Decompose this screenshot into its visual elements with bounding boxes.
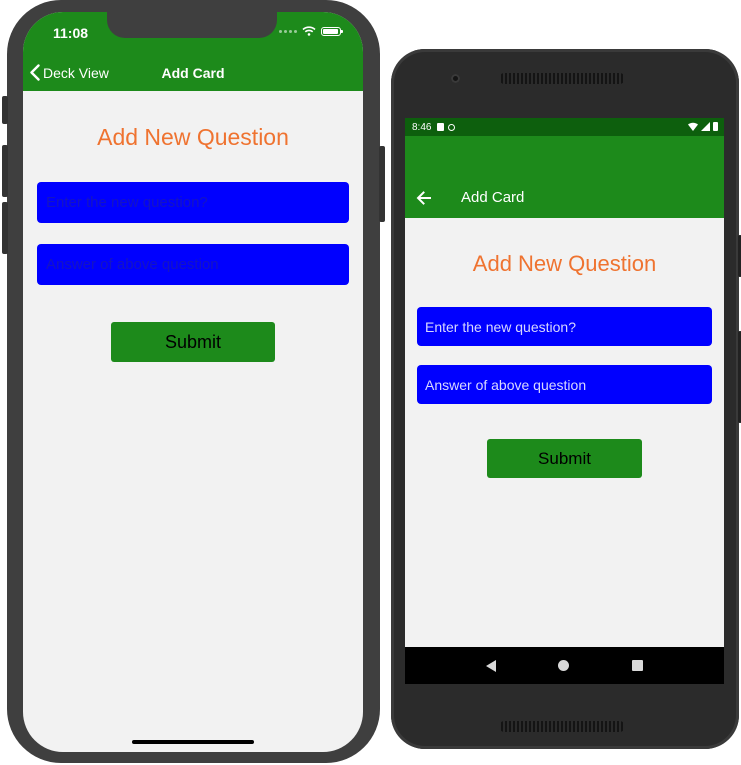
ios-battery-icon [321,26,343,36]
android-question-placeholder: Enter the new question? [425,318,576,335]
ios-status-time: 11:08 [53,25,89,41]
ios-status-icons [279,26,343,36]
android-question-input[interactable]: Enter the new question? [417,307,712,346]
android-earpiece-speaker [499,73,625,84]
ios-screen: 11:08 Deck View Add Card Add New Questio… [23,12,363,752]
ios-mute-switch [2,96,8,124]
ios-volume-down-button [2,202,8,254]
android-front-camera [451,74,460,83]
arrow-left-icon[interactable] [415,189,433,207]
ios-device-frame: 11:08 Deck View Add Card Add New Questio… [2,0,385,763]
nav-recents-icon[interactable] [631,660,643,671]
ios-answer-placeholder: Answer of above question [46,256,219,273]
ios-volume-up-button [2,145,8,197]
android-page-heading: Add New Question [472,251,657,276]
ios-question-placeholder: Enter the new question? [46,194,208,211]
android-answer-input[interactable]: Answer of above question [417,365,712,404]
ios-submit-button[interactable]: Submit [111,322,275,362]
ios-signal-icon [279,29,297,33]
android-battery-icon [713,122,718,131]
android-device-frame: 8:46 Add Card Add New Question Enter the… [391,49,741,749]
ios-nav-title: Add Card [161,65,225,81]
ios-question-input[interactable]: Enter the new question? [37,182,349,223]
android-app-bar: Add Card [405,136,724,218]
android-app-bar-title: Add Card [461,189,525,206]
ios-notch [107,12,277,38]
android-bottom-speaker [499,721,625,732]
ios-home-indicator[interactable] [132,740,254,744]
android-answer-placeholder: Answer of above question [425,376,587,393]
android-status-time: 8:46 [412,121,432,133]
nav-home-icon[interactable] [558,660,570,671]
ios-answer-input[interactable]: Answer of above question [37,244,349,285]
android-wifi-icon [688,122,698,131]
android-cell-signal-icon [701,122,710,131]
nav-back-icon[interactable] [486,659,497,672]
ios-page-heading: Add New Question [97,124,289,150]
sd-card-icon [437,123,445,131]
sync-icon [448,123,456,131]
android-status-bar: 8:46 [405,118,724,136]
android-submit-button[interactable]: Submit [487,439,642,478]
ios-power-button [379,146,385,222]
ios-wifi-icon [302,26,316,36]
android-screen: 8:46 Add Card Add New Question Enter the… [405,118,724,684]
android-navigation-bar [405,647,724,684]
